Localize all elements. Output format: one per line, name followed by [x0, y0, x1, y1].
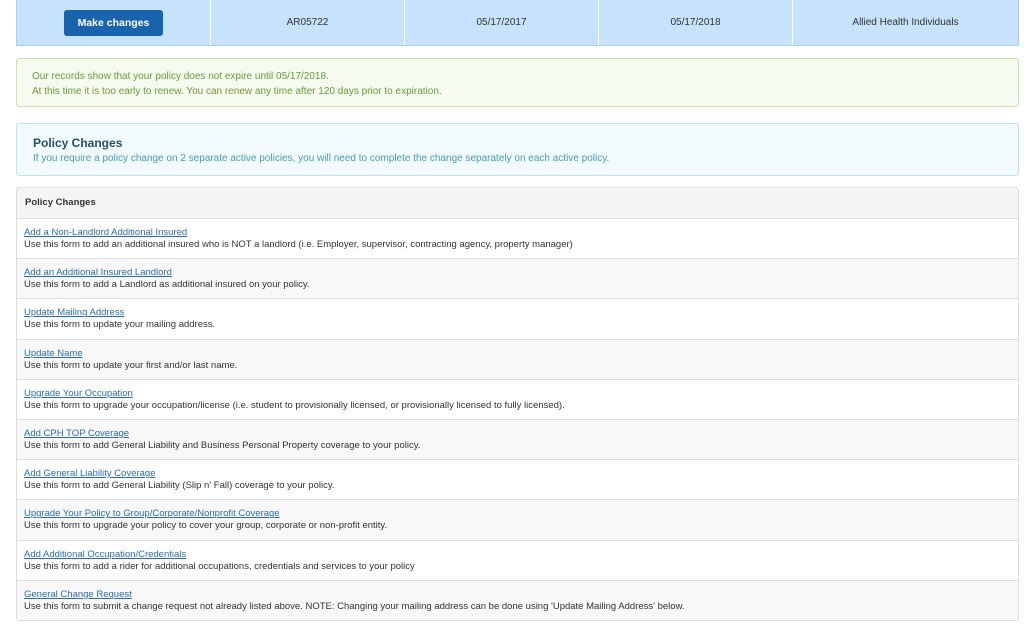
panel-heading: Policy Changes [17, 188, 1018, 219]
change-link[interactable]: Upgrade Your Occupation [24, 388, 1011, 400]
change-description: Use this form to add a rider for additio… [24, 560, 415, 572]
change-description: Use this form to add a Landlord as addit… [24, 279, 310, 291]
make-changes-button[interactable]: Make changes [64, 9, 163, 36]
policy-changes-info-message: If you require a policy change on 2 sepa… [33, 153, 610, 164]
policy-changes-info-title: Policy Changes [33, 136, 123, 150]
renewal-notice-line2: At this time it is too early to renew. Y… [32, 86, 442, 97]
list-item: Upgrade Your Occupation Use this form to… [17, 380, 1018, 420]
expiration-date: 05/17/2018 [599, 0, 793, 45]
actions-cell: Make changes [17, 0, 211, 45]
policy-number: AR05722 [211, 0, 405, 45]
change-description: Use this form to add an additional insur… [24, 239, 573, 250]
change-description: Use this form to update your mailing add… [24, 319, 216, 331]
list-item: Add CPH TOP Coverage Use this form to ad… [17, 419, 1018, 461]
policy-changes-panel: Policy Changes Add a Non-Landlord Additi… [16, 187, 1019, 621]
list-item: Add Additional Occupation/Credentials Us… [17, 541, 1018, 581]
change-link[interactable]: Upgrade Your Policy to Group/Corporate/N… [24, 508, 1011, 520]
list-item: General Change Request Use this form to … [17, 580, 1018, 620]
change-description: Use this form to upgrade your policy to … [24, 520, 388, 532]
change-list: Add a Non-Landlord Additional Insured Us… [17, 219, 1018, 620]
change-description: Use this form to submit a change request… [24, 600, 685, 612]
list-item: Add General Liability Coverage Use this … [17, 460, 1018, 501]
list-item: Add a Non-Landlord Additional Insured Us… [17, 219, 1018, 260]
renewal-notice-line1: Our records show that your policy does n… [32, 71, 329, 82]
change-link[interactable]: Add CPH TOP Coverage [24, 428, 1011, 440]
change-description: Use this form to add General Liability a… [24, 439, 421, 451]
change-description: Use this form to add General Liability (… [24, 480, 335, 492]
program-name: Allied Health Individuals [852, 17, 959, 28]
change-link[interactable]: General Change Request [24, 589, 1011, 601]
change-link[interactable]: Update Mailing Address [24, 307, 1011, 319]
change-description: Use this form to update your first and/o… [24, 359, 238, 371]
change-description: Use this form to upgrade your occupation… [24, 399, 565, 411]
change-link[interactable]: Add General Liability Coverage [24, 468, 1011, 480]
list-item: Update Mailing Address Use this form to … [17, 299, 1018, 340]
policy-row: Make changes AR05722 05/17/2017 05/17/20… [16, 0, 1019, 46]
change-link[interactable]: Add Additional Occupation/Credentials [24, 549, 1011, 561]
effective-date: 05/17/2017 [405, 0, 599, 45]
change-link[interactable]: Add a Non-Landlord Additional Insured [24, 227, 1011, 239]
list-item: Add an Additional Insured Landlord Use t… [17, 259, 1018, 300]
list-item: Upgrade Your Policy to Group/Corporate/N… [17, 500, 1018, 541]
renewal-notice: Our records show that your policy does n… [16, 58, 1019, 107]
policy-changes-info: Policy Changes If you require a policy c… [16, 123, 1019, 176]
change-link[interactable]: Add an Additional Insured Landlord [24, 267, 1011, 279]
change-link[interactable]: Update Name [24, 348, 1011, 360]
list-item: Update Name Use this form to update your… [17, 339, 1018, 380]
